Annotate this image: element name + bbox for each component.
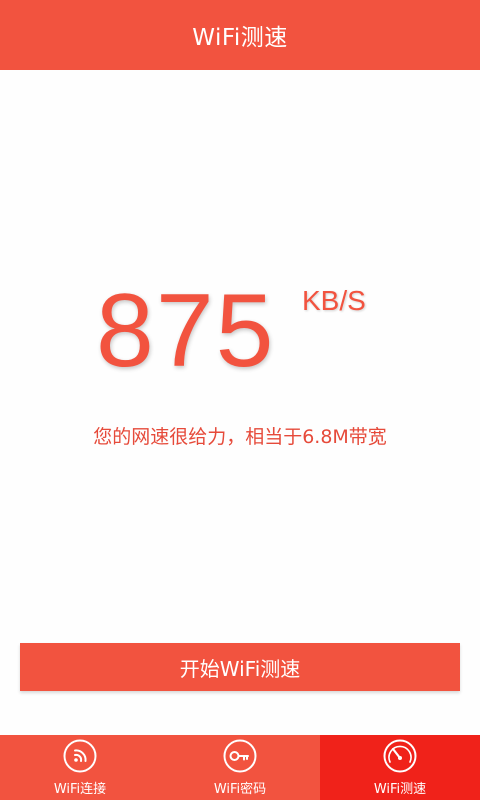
- tab-label: WiFi测速: [373, 782, 427, 797]
- speed-description: 您的网速很给力，相当于6.8M带宽: [93, 426, 387, 448]
- key-icon: [223, 739, 257, 773]
- tab-label: WiFi连接: [53, 782, 107, 797]
- tab-wifi-speed[interactable]: WiFi测速: [320, 735, 480, 800]
- speedometer-icon: [383, 739, 417, 773]
- wifi-signal-icon: [63, 739, 97, 773]
- tab-wifi-connect[interactable]: WiFi连接: [0, 735, 160, 800]
- tab-wifi-password[interactable]: WiFi密码: [160, 735, 320, 800]
- speed-value: 875: [96, 273, 276, 389]
- tab-label: WiFi密码: [213, 782, 267, 797]
- app-header: WiFi测速: [0, 0, 480, 70]
- page-title: WiFi测速: [192, 25, 288, 51]
- bottom-tab-bar: WiFi连接 WiFi密码 WiFi测速: [0, 735, 480, 800]
- speed-test-panel: 875 KB/S 您的网速很给力，相当于6.8M带宽 开始WiFi测速: [0, 70, 480, 735]
- speed-unit: KB/S: [302, 285, 366, 316]
- start-speed-test-button[interactable]: 开始WiFi测速: [20, 643, 460, 691]
